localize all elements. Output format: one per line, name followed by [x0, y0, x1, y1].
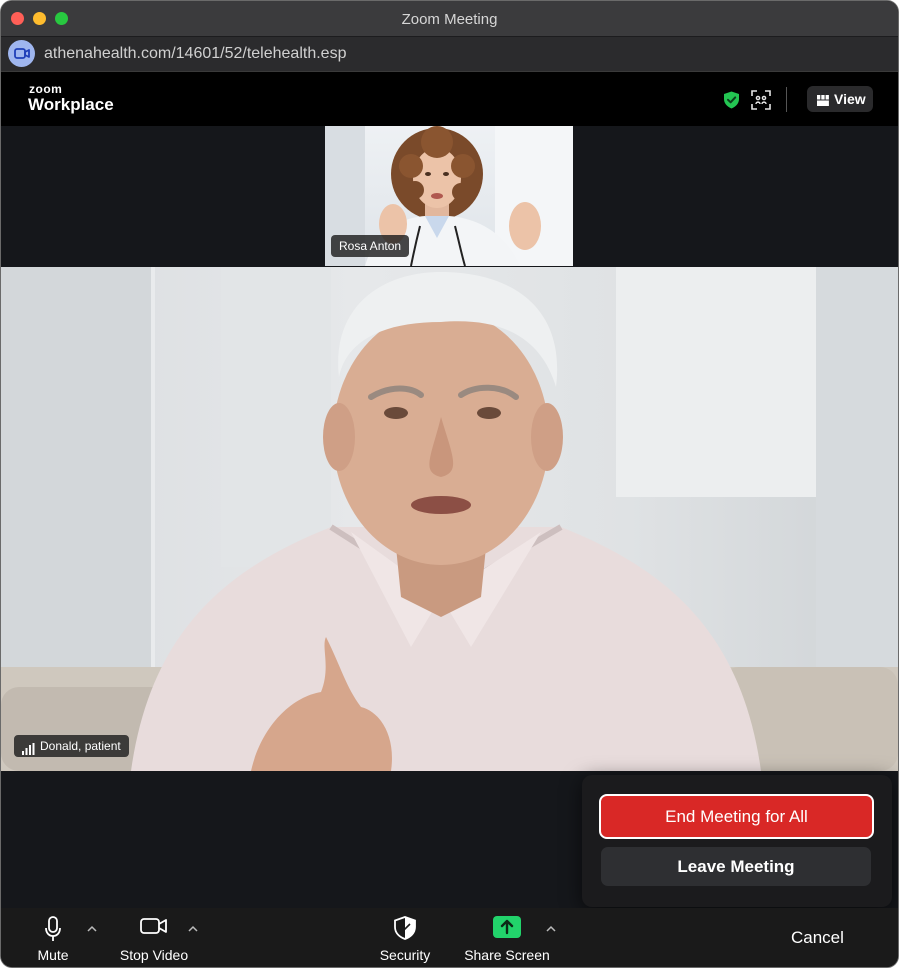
shield-check-icon[interactable] — [723, 91, 740, 109]
title-bar: Zoom Meeting — [1, 1, 898, 37]
share-screen-button[interactable]: Share Screen — [459, 908, 555, 967]
mute-button[interactable]: Mute — [28, 908, 78, 967]
video-options-caret-icon[interactable] — [188, 919, 198, 932]
end-meeting-for-all-button[interactable]: End Meeting for All — [599, 794, 874, 839]
security-label: Security — [379, 947, 431, 963]
focus-icon[interactable] — [751, 90, 771, 110]
security-button[interactable]: Security — [373, 908, 437, 967]
participant-name-donald-text: Donald, patient — [40, 739, 121, 753]
url-text[interactable]: athenahealth.com/14601/52/telehealth.esp — [44, 45, 346, 63]
address-bar: athenahealth.com/14601/52/telehealth.esp — [1, 37, 898, 72]
grid-icon — [817, 93, 829, 106]
view-button[interactable]: View — [807, 86, 873, 112]
security-shield-icon — [394, 916, 416, 943]
donald-video-image — [1, 267, 898, 771]
participant-name-donald: Donald, patient — [14, 735, 129, 757]
end-meeting-menu: End Meeting for All Leave Meeting — [582, 775, 892, 907]
video-camera-icon — [140, 916, 168, 939]
participant-name-rosa: Rosa Anton — [331, 235, 410, 257]
zoom-logo: zoom — [29, 82, 63, 96]
mute-label: Mute — [37, 947, 69, 963]
meeting-header: zoom Workplace View — [1, 72, 898, 126]
window-title: Zoom Meeting — [401, 11, 498, 28]
share-options-caret-icon[interactable] — [546, 919, 556, 932]
leave-meeting-button[interactable]: Leave Meeting — [601, 847, 871, 886]
zoom-window: Zoom Meeting athenahealth.com/14601/52/t… — [1, 1, 898, 967]
workplace-logo: Workplace — [28, 95, 114, 114]
video-camera-icon — [8, 40, 35, 67]
participant-tile-donald[interactable]: Donald, patient — [1, 267, 898, 771]
header-divider — [786, 87, 787, 112]
signal-strength-icon — [22, 740, 35, 755]
share-screen-icon — [493, 916, 521, 941]
share-screen-label: Share Screen — [464, 947, 550, 963]
meeting-toolbar: Mute Stop Video Security Share Screen Ca… — [1, 908, 898, 967]
participant-tile-rosa[interactable]: Rosa Anton — [325, 126, 573, 266]
view-button-label: View — [834, 91, 866, 107]
microphone-icon — [45, 916, 61, 945]
stop-video-label: Stop Video — [119, 947, 189, 963]
cancel-button[interactable]: Cancel — [791, 928, 844, 948]
mute-options-caret-icon[interactable] — [87, 919, 97, 932]
stop-video-button[interactable]: Stop Video — [113, 908, 195, 967]
